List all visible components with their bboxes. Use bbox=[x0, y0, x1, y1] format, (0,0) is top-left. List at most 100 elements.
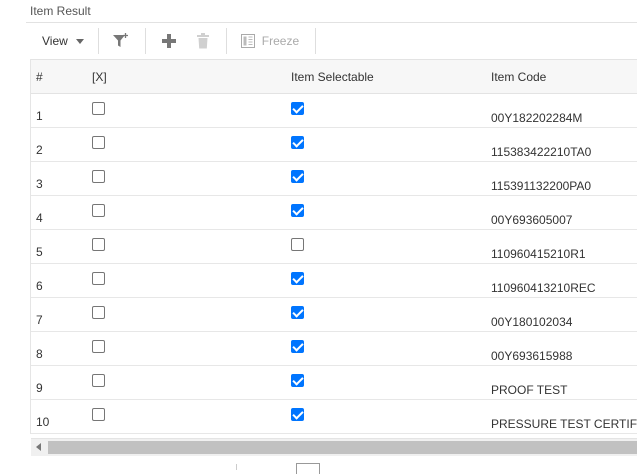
item-selectable-checkbox[interactable] bbox=[291, 238, 304, 251]
x-checkbox[interactable] bbox=[92, 136, 105, 149]
table-row[interactable]: 5 110960415210R1 bbox=[31, 230, 637, 264]
section-title: Item Result bbox=[30, 4, 91, 18]
table-row[interactable]: 7 00Y180102034 bbox=[31, 298, 637, 332]
table-row[interactable]: 4 00Y693605007 bbox=[31, 196, 637, 230]
table-row[interactable]: 2 115383422210TA0 bbox=[31, 128, 637, 162]
scrollbar-thumb[interactable] bbox=[48, 441, 637, 454]
item-code-cell: 00Y182202284M bbox=[491, 110, 583, 125]
toolbar-divider bbox=[315, 28, 317, 54]
item-selectable-cell bbox=[291, 332, 491, 366]
table-row[interactable]: 3 115391132200PA0 bbox=[31, 162, 637, 196]
table-row[interactable]: 6 110960413210REC bbox=[31, 264, 637, 298]
item-code-cell: 110960415210R1 bbox=[491, 246, 586, 261]
item-selectable-checkbox[interactable] bbox=[291, 408, 304, 421]
item-selectable-checkbox[interactable] bbox=[291, 272, 304, 285]
row-number: 7 bbox=[36, 312, 43, 327]
x-checkbox[interactable] bbox=[92, 204, 105, 217]
toolbar-divider bbox=[97, 28, 99, 54]
freeze-button[interactable]: Freeze bbox=[233, 27, 309, 55]
toolbar-divider bbox=[225, 28, 227, 54]
x-cell bbox=[92, 298, 291, 332]
x-checkbox[interactable] bbox=[92, 102, 105, 115]
table-header-row: # [X] Item Selectable Item Code bbox=[31, 59, 637, 94]
add-row-button[interactable] bbox=[152, 27, 186, 55]
x-checkbox[interactable] bbox=[92, 340, 105, 353]
x-checkbox[interactable] bbox=[92, 272, 105, 285]
row-number: 4 bbox=[36, 210, 43, 225]
x-cell bbox=[92, 366, 291, 400]
row-number: 6 bbox=[36, 278, 43, 293]
x-checkbox[interactable] bbox=[92, 374, 105, 387]
item-selectable-cell bbox=[291, 230, 491, 264]
item-code-cell: 00Y693605007 bbox=[491, 212, 573, 227]
item-selectable-checkbox[interactable] bbox=[291, 170, 304, 183]
item-selectable-checkbox[interactable] bbox=[291, 204, 304, 217]
item-code-cell: 00Y180102034 bbox=[491, 314, 573, 329]
item-selectable-checkbox[interactable] bbox=[291, 340, 304, 353]
x-cell bbox=[92, 264, 291, 298]
pager-input[interactable] bbox=[296, 463, 320, 474]
table-row[interactable]: 1 00Y182202284M bbox=[31, 94, 637, 128]
item-code-cell: PRESSURE TEST CERTIFICATE bbox=[491, 416, 637, 431]
table-row[interactable]: 8 00Y693615988 bbox=[31, 332, 637, 366]
filter-plus-icon bbox=[112, 33, 128, 47]
x-cell bbox=[92, 128, 291, 162]
x-cell bbox=[92, 162, 291, 196]
item-selectable-cell bbox=[291, 162, 491, 196]
item-selectable-checkbox[interactable] bbox=[291, 306, 304, 319]
filter-button[interactable] bbox=[105, 27, 139, 55]
item-selectable-cell bbox=[291, 298, 491, 332]
item-selectable-cell bbox=[291, 366, 491, 400]
freeze-icon bbox=[240, 34, 255, 48]
table-body: 1 00Y182202284M 2 115383422210TA0 3 115391132… bbox=[31, 94, 637, 434]
row-number: 9 bbox=[36, 380, 43, 395]
item-code-cell: PROOF TEST bbox=[491, 382, 568, 397]
trash-icon bbox=[196, 33, 209, 49]
view-menu-label: View bbox=[42, 34, 68, 48]
row-number: 2 bbox=[36, 142, 43, 157]
view-menu-button[interactable]: View bbox=[30, 27, 92, 55]
row-number: 5 bbox=[36, 244, 43, 259]
item-code-cell: 115383422210TA0 bbox=[491, 144, 592, 159]
item-selectable-checkbox[interactable] bbox=[291, 374, 304, 387]
column-header-item-code[interactable]: Item Code bbox=[491, 60, 637, 94]
x-cell bbox=[92, 332, 291, 366]
delete-row-button[interactable] bbox=[186, 27, 220, 55]
item-code-cell: 110960413210REC bbox=[491, 280, 596, 295]
item-selectable-cell bbox=[291, 128, 491, 162]
column-header-x[interactable]: [X] bbox=[92, 60, 291, 94]
row-number: 1 bbox=[36, 108, 43, 123]
grid-toolbar: View Freeze bbox=[30, 23, 637, 59]
row-number: 3 bbox=[36, 176, 43, 191]
item-selectable-cell bbox=[291, 94, 491, 128]
item-code-cell: 00Y693615988 bbox=[491, 348, 573, 363]
item-selectable-cell bbox=[291, 264, 491, 298]
x-checkbox[interactable] bbox=[92, 238, 105, 251]
scroll-left-arrow-icon[interactable] bbox=[36, 443, 41, 451]
plus-icon bbox=[161, 34, 176, 48]
x-checkbox[interactable] bbox=[92, 306, 105, 319]
item-selectable-cell bbox=[291, 196, 491, 230]
caret-down-icon bbox=[75, 38, 84, 44]
column-header-number[interactable]: # bbox=[31, 60, 92, 94]
row-number: 8 bbox=[36, 346, 43, 361]
x-cell bbox=[92, 94, 291, 128]
x-cell bbox=[92, 400, 291, 434]
x-cell bbox=[92, 230, 291, 264]
item-result-table: # [X] Item Selectable Item Code 1 00Y1822… bbox=[31, 59, 637, 434]
row-number: 10 bbox=[36, 414, 50, 429]
item-selectable-cell bbox=[291, 400, 491, 434]
item-selectable-checkbox[interactable] bbox=[291, 102, 304, 115]
item-selectable-checkbox[interactable] bbox=[291, 136, 304, 149]
table-row[interactable]: 10 PRESSURE TEST CERTIFICATE bbox=[31, 400, 637, 434]
x-checkbox[interactable] bbox=[92, 170, 105, 183]
column-header-item-selectable[interactable]: Item Selectable bbox=[291, 60, 491, 94]
x-cell bbox=[92, 196, 291, 230]
item-code-cell: 115391132200PA0 bbox=[491, 178, 592, 193]
freeze-label: Freeze bbox=[261, 34, 300, 48]
toolbar-divider bbox=[144, 28, 146, 54]
table-row[interactable]: 9 PROOF TEST bbox=[31, 366, 637, 400]
footer-divider bbox=[236, 464, 237, 470]
horizontal-scrollbar[interactable] bbox=[31, 438, 637, 456]
x-checkbox[interactable] bbox=[92, 408, 105, 421]
